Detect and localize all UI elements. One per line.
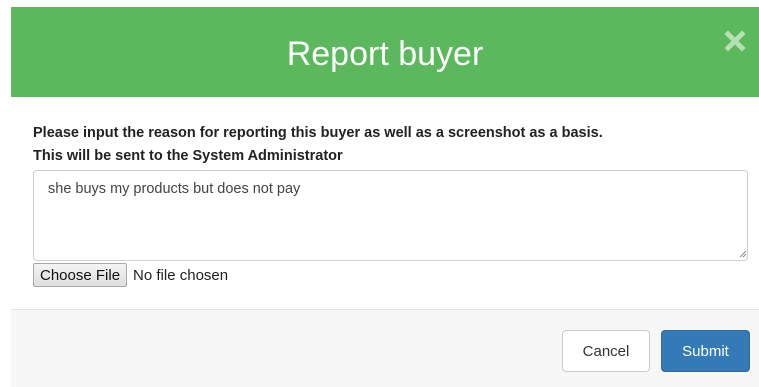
instruction-line-1: Please input the reason for reporting th… <box>33 125 603 141</box>
report-buyer-modal: Report buyer Please input the reason for… <box>0 0 759 387</box>
close-button[interactable] <box>723 29 747 53</box>
modal-footer: Cancel Submit <box>11 309 759 387</box>
reason-textarea[interactable]: she buys my products but does not pay <box>33 170 748 261</box>
modal-header: Report buyer <box>11 7 759 97</box>
choose-file-button[interactable]: Choose File <box>33 263 128 287</box>
file-status-text: No file chosen <box>133 266 229 284</box>
resize-grip-icon[interactable] <box>739 250 747 258</box>
instruction-line-2: This will be sent to the System Administ… <box>33 148 343 164</box>
cancel-button[interactable]: Cancel <box>562 330 650 372</box>
submit-button[interactable]: Submit <box>661 330 750 372</box>
close-icon <box>724 30 746 52</box>
modal-body: Please input the reason for reporting th… <box>11 97 759 309</box>
file-upload-row: Choose File No file chosen <box>33 263 228 287</box>
instructions-text: Please input the reason for reporting th… <box>33 122 753 168</box>
modal-title: Report buyer <box>286 35 484 73</box>
